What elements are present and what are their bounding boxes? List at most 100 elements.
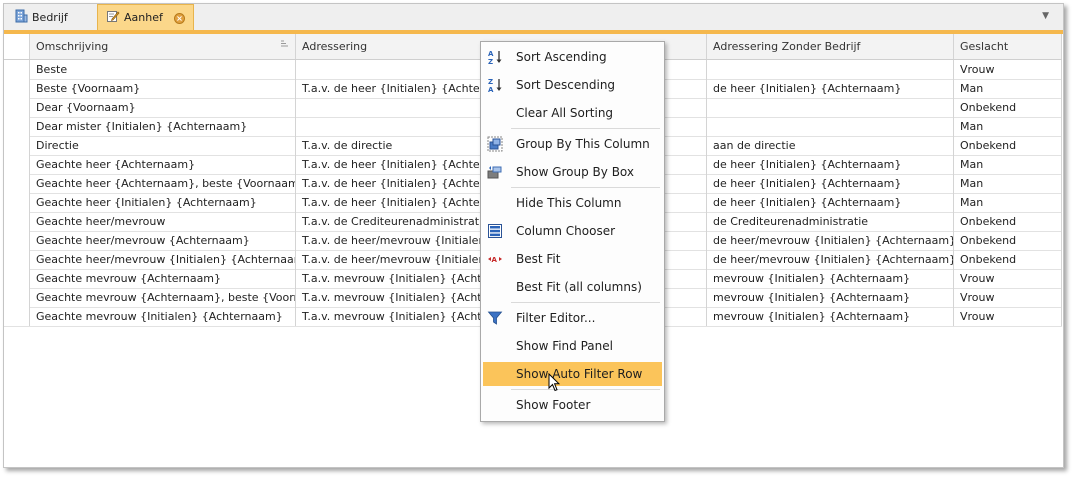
- cell-geslacht[interactable]: Vrouw: [954, 269, 1062, 288]
- cell-geslacht[interactable]: Onbekend: [954, 231, 1062, 250]
- menu-item-label: Show Auto Filter Row: [516, 367, 643, 381]
- close-icon[interactable]: ×: [174, 13, 185, 24]
- cell-adressering-zonder-bedrijf[interactable]: mevrouw {Initialen} {Achternaam}: [707, 288, 954, 307]
- menu-item-label: Best Fit (all columns): [516, 280, 642, 294]
- cell-geslacht[interactable]: Man: [954, 117, 1062, 136]
- menu-item-best-fit[interactable]: A Best Fit: [483, 247, 662, 271]
- row-indicator[interactable]: [4, 60, 30, 79]
- cell-omschrijving[interactable]: Geachte heer/mevrouw {Initialen} {Achter…: [30, 250, 296, 269]
- row-indicator[interactable]: [4, 193, 30, 212]
- menu-item-label: Filter Editor...: [516, 311, 596, 325]
- menu-item-column-chooser[interactable]: Column Chooser: [483, 219, 662, 243]
- row-indicator[interactable]: [4, 155, 30, 174]
- column-header-label: Adressering Zonder Bedrijf: [713, 40, 861, 53]
- row-indicator[interactable]: [4, 231, 30, 250]
- menu-item-show-find-panel[interactable]: Show Find Panel: [483, 334, 662, 358]
- sort-ascending-icon: [280, 34, 289, 59]
- row-indicator[interactable]: [4, 269, 30, 288]
- menu-separator: [511, 187, 660, 188]
- menu-item-sort-ascending[interactable]: A Z Sort Ascending: [483, 45, 662, 69]
- cell-geslacht[interactable]: Vrouw: [954, 60, 1062, 79]
- document-tab-strip: Bedrijf Aanhef × ▼: [4, 4, 1063, 30]
- menu-item-label: Column Chooser: [516, 224, 616, 238]
- menu-item-label: Sort Descending: [516, 78, 616, 92]
- cell-geslacht[interactable]: Man: [954, 79, 1062, 98]
- cell-geslacht[interactable]: Vrouw: [954, 288, 1062, 307]
- cell-geslacht[interactable]: Onbekend: [954, 98, 1062, 117]
- sort-descending-icon: Z A: [487, 77, 503, 94]
- tab-label: Aanhef: [124, 11, 163, 24]
- row-indicator[interactable]: [4, 307, 30, 326]
- row-indicator[interactable]: [4, 212, 30, 231]
- cell-adressering-zonder-bedrijf[interactable]: de heer {Initialen} {Achternaam}: [707, 193, 954, 212]
- column-header-geslacht[interactable]: Geslacht: [954, 34, 1062, 59]
- column-header-label: Adressering: [302, 40, 368, 53]
- menu-item-group-by-column[interactable]: Group By This Column: [483, 132, 662, 156]
- menu-item-show-footer[interactable]: Show Footer: [483, 393, 662, 417]
- cell-geslacht[interactable]: Man: [954, 193, 1062, 212]
- cell-adressering-zonder-bedrijf[interactable]: de heer {Initialen} {Achternaam}: [707, 79, 954, 98]
- row-indicator[interactable]: [4, 79, 30, 98]
- menu-item-hide-column[interactable]: Hide This Column: [483, 191, 662, 215]
- cell-adressering-zonder-bedrijf[interactable]: de heer/mevrouw {Initialen} {Achternaam}: [707, 250, 954, 269]
- menu-item-show-group-by-box[interactable]: Show Group By Box: [483, 160, 662, 184]
- menu-item-sort-descending[interactable]: Z A Sort Descending: [483, 73, 662, 97]
- row-indicator[interactable]: [4, 117, 30, 136]
- group-by-column-icon: [487, 136, 503, 152]
- cell-geslacht[interactable]: Onbekend: [954, 212, 1062, 231]
- cell-adressering-zonder-bedrijf[interactable]: aan de directie: [707, 136, 954, 155]
- cell-geslacht[interactable]: Onbekend: [954, 250, 1062, 269]
- cell-omschrijving[interactable]: Geachte mevrouw {Initialen} {Achternaam}: [30, 307, 296, 326]
- group-by-box-icon: [487, 164, 503, 180]
- column-header-omschrijving[interactable]: Omschrijving: [30, 34, 296, 59]
- row-indicator[interactable]: [4, 136, 30, 155]
- cell-omschrijving[interactable]: Geachte mevrouw {Achternaam}: [30, 269, 296, 288]
- cell-omschrijving[interactable]: Dear {Voornaam}: [30, 98, 296, 117]
- cell-omschrijving[interactable]: Beste: [30, 60, 296, 79]
- cell-adressering-zonder-bedrijf[interactable]: [707, 117, 954, 136]
- cell-adressering-zonder-bedrijf[interactable]: [707, 98, 954, 117]
- cell-adressering-zonder-bedrijf[interactable]: mevrouw {Initialen} {Achternaam}: [707, 307, 954, 326]
- menu-separator: [511, 389, 660, 390]
- column-chooser-icon: [487, 223, 503, 239]
- cell-geslacht[interactable]: Man: [954, 174, 1062, 193]
- menu-item-label: Show Footer: [516, 398, 591, 412]
- cell-geslacht[interactable]: Vrouw: [954, 307, 1062, 326]
- sort-ascending-icon: A Z: [487, 49, 503, 66]
- cell-omschrijving[interactable]: Geachte heer/mevrouw: [30, 212, 296, 231]
- row-indicator[interactable]: [4, 174, 30, 193]
- tab-aanhef[interactable]: Aanhef ×: [97, 4, 194, 30]
- row-indicator[interactable]: [4, 98, 30, 117]
- cell-adressering-zonder-bedrijf[interactable]: mevrouw {Initialen} {Achternaam}: [707, 269, 954, 288]
- cell-adressering-zonder-bedrijf[interactable]: de heer/mevrouw {Initialen} {Achternaam}: [707, 231, 954, 250]
- cell-omschrijving[interactable]: Geachte heer/mevrouw {Achternaam}: [30, 231, 296, 250]
- menu-item-best-fit-all[interactable]: Best Fit (all columns): [483, 275, 662, 299]
- cell-geslacht[interactable]: Man: [954, 155, 1062, 174]
- menu-item-clear-all-sorting[interactable]: Clear All Sorting: [483, 101, 662, 125]
- mouse-cursor-icon: [548, 372, 561, 395]
- row-indicator[interactable]: [4, 250, 30, 269]
- edit-document-icon: [106, 9, 120, 26]
- menu-item-filter-editor[interactable]: Filter Editor...: [483, 306, 662, 330]
- cell-omschrijving[interactable]: Geachte heer {Achternaam}, beste {Voorna…: [30, 174, 296, 193]
- cell-omschrijving[interactable]: Beste {Voornaam}: [30, 79, 296, 98]
- menu-item-show-auto-filter-row[interactable]: Show Auto Filter Row: [483, 362, 662, 386]
- svg-text:A: A: [492, 256, 498, 264]
- tab-bedrijf[interactable]: Bedrijf: [6, 4, 96, 30]
- menu-separator: [511, 302, 660, 303]
- filter-icon: [487, 310, 503, 326]
- cell-adressering-zonder-bedrijf[interactable]: de heer {Initialen} {Achternaam}: [707, 155, 954, 174]
- cell-adressering-zonder-bedrijf[interactable]: de heer {Initialen} {Achternaam}: [707, 174, 954, 193]
- cell-omschrijving[interactable]: Directie: [30, 136, 296, 155]
- cell-omschrijving[interactable]: Geachte heer {Achternaam}: [30, 155, 296, 174]
- row-indicator[interactable]: [4, 288, 30, 307]
- cell-adressering-zonder-bedrijf[interactable]: de Crediteurenadministratie: [707, 212, 954, 231]
- cell-geslacht[interactable]: Onbekend: [954, 136, 1062, 155]
- cell-adressering-zonder-bedrijf[interactable]: [707, 60, 954, 79]
- chevron-down-icon[interactable]: ▼: [1042, 11, 1049, 21]
- cell-omschrijving[interactable]: Geachte mevrouw {Achternaam}, beste {Voo…: [30, 288, 296, 307]
- cell-omschrijving[interactable]: Geachte heer {Initialen} {Achternaam}: [30, 193, 296, 212]
- column-header-adressering-zonder-bedrijf[interactable]: Adressering Zonder Bedrijf: [707, 34, 954, 59]
- svg-text:A: A: [488, 50, 494, 58]
- cell-omschrijving[interactable]: Dear mister {Initialen} {Achternaam}: [30, 117, 296, 136]
